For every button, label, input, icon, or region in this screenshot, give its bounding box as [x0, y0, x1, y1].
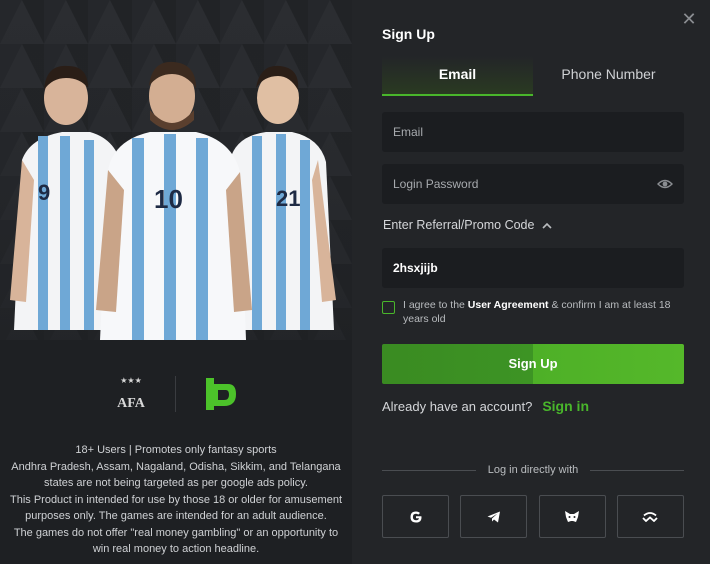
- afa-logo-icon: ★★★ AFA: [117, 376, 146, 411]
- email-field-container: [382, 112, 684, 152]
- disclaimer-line: win real money to action headline.: [92, 543, 260, 555]
- promo-code-field-container: [382, 248, 684, 288]
- agreement-checkbox[interactable]: [382, 301, 395, 314]
- metamask-login-button[interactable]: [538, 495, 606, 538]
- user-agreement-link[interactable]: User Agreement: [468, 299, 549, 311]
- divider-line: [382, 469, 476, 471]
- signin-link[interactable]: Sign in: [542, 398, 589, 414]
- telegram-icon: [487, 511, 500, 522]
- google-icon: [410, 511, 421, 522]
- have-account-row: Already have an account? Sign in: [382, 398, 589, 414]
- social-login-buttons: [382, 495, 684, 538]
- players-illustration: 9 21 10: [10, 61, 336, 340]
- password-field[interactable]: [393, 177, 657, 191]
- svg-text:10: 10: [154, 184, 183, 214]
- promo-code-toggle-label: Enter Referral/Promo Code: [383, 218, 535, 232]
- disclaimer-line: 18+ Users | Promotes only fantasy sports: [75, 444, 277, 456]
- social-login-divider: Log in directly with: [382, 464, 684, 476]
- logo-divider: [174, 376, 176, 412]
- password-field-container: [382, 164, 684, 204]
- google-login-button[interactable]: [382, 495, 449, 538]
- disclaimer-line: The games do not offer "real money gambl…: [13, 526, 339, 539]
- signup-form: ✕ Sign Up Email Phone Number Enter Refer…: [352, 0, 710, 564]
- signup-button[interactable]: Sign Up: [382, 344, 684, 384]
- svg-text:★★★: ★★★: [120, 376, 142, 385]
- have-account-text: Already have an account?: [382, 398, 533, 414]
- email-field[interactable]: [393, 125, 673, 139]
- tab-email[interactable]: Email: [382, 56, 533, 96]
- divider-line: [590, 469, 684, 471]
- svg-text:21: 21: [276, 186, 300, 211]
- close-icon[interactable]: ✕: [678, 8, 700, 30]
- social-login-label: Log in directly with: [487, 464, 579, 476]
- metamask-icon: [565, 510, 580, 522]
- disclaimer-line: Andhra Pradesh, Assam, Nagaland, Odisha,…: [11, 460, 341, 473]
- agreement-text: I agree to the User Agreement & confirm …: [403, 299, 671, 325]
- svg-text:9: 9: [38, 180, 50, 205]
- legal-disclaimer: 18+ Users | Promotes only fantasy sports…: [0, 442, 352, 558]
- promo-code-toggle[interactable]: Enter Referral/Promo Code: [383, 218, 553, 232]
- agreement-row: I agree to the User Agreement & confirm …: [382, 298, 684, 326]
- chevron-up-icon: [542, 222, 553, 229]
- promo-panel: 9 21 10 ★★★ AFA 18+ Users | Promotes onl…: [0, 0, 352, 564]
- disclaimer-line: This Product in intended for use by thos…: [9, 493, 342, 506]
- signup-tabs: Email Phone Number: [382, 56, 684, 96]
- partner-logos: ★★★ AFA: [0, 370, 352, 418]
- walletconnect-login-button[interactable]: [616, 495, 684, 538]
- player-center: 10: [96, 61, 252, 340]
- form-title: Sign Up: [382, 26, 435, 42]
- hero-image: 9 21 10: [0, 0, 352, 340]
- svg-text:AFA: AFA: [117, 396, 146, 411]
- promo-code-field[interactable]: [393, 261, 673, 275]
- tab-phone-number[interactable]: Phone Number: [533, 56, 684, 96]
- disclaimer-line: states are not being targeted as per goo…: [44, 477, 308, 489]
- telegram-login-button[interactable]: [460, 495, 528, 538]
- eye-icon[interactable]: [657, 176, 673, 192]
- walletconnect-icon: [642, 511, 659, 522]
- disclaimer-line: purposes only. The games are intended fo…: [25, 510, 327, 522]
- bc-game-logo-icon: [205, 378, 236, 410]
